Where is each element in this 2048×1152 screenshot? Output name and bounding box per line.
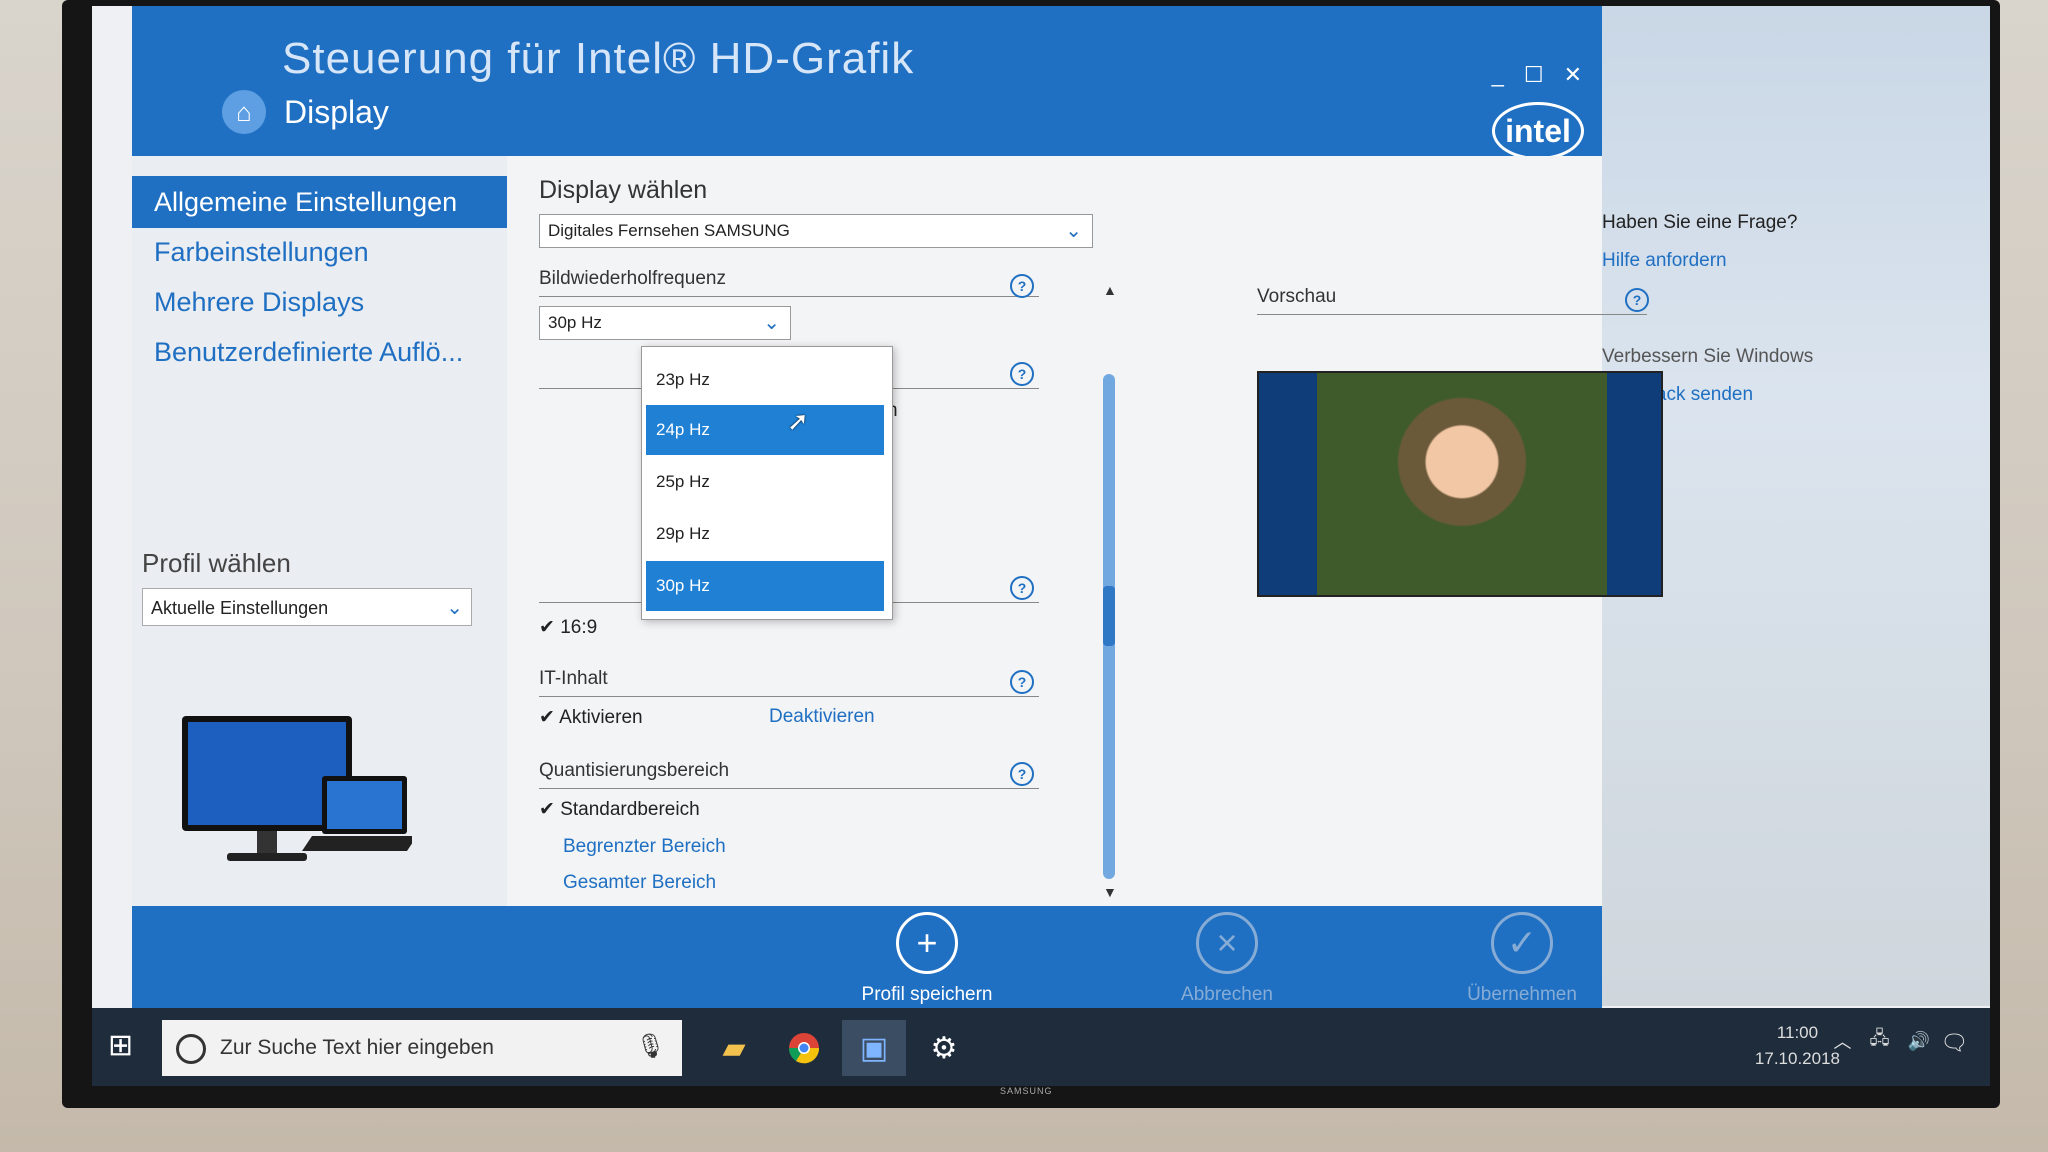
divider <box>1257 314 1647 315</box>
aspect-option[interactable]: ✔ 16:9 <box>539 616 597 639</box>
notification-icon[interactable]: 🗨 <box>1940 1030 1968 1056</box>
side-question: Haben Sie eine Frage? <box>1602 212 1798 233</box>
profile-label: Profil wählen <box>142 548 291 578</box>
maximize-button[interactable]: ☐ <box>1524 62 1544 88</box>
quantization-label: Quantisierungsbereich <box>539 760 730 781</box>
volume-icon[interactable]: 🔊 <box>1908 1031 1930 1052</box>
clock-date: 17.10.2018 <box>1754 1049 1840 1068</box>
it-deactivate-link[interactable]: Deaktivieren <box>769 706 875 728</box>
cancel-label: Abbrechen <box>1181 984 1273 1005</box>
sidebar-item-general[interactable]: Allgemeine Einstellungen <box>132 176 507 228</box>
sidebar: Allgemeine Einstellungen Farbeinstellung… <box>132 156 507 906</box>
refresh-option-24p[interactable]: 24p Hz <box>646 405 884 455</box>
clock-time: 11:00 <box>1776 1023 1819 1042</box>
refresh-option-29p[interactable]: 29p Hz <box>646 509 884 559</box>
chevron-down-icon: ⌄ <box>1065 220 1082 242</box>
divider <box>539 696 1039 697</box>
home-icon[interactable]: ⌂ <box>222 90 266 134</box>
quant-limited-link[interactable]: Begrenzter Bereich <box>563 836 726 858</box>
side-help-link[interactable]: Hilfe anfordern <box>1602 250 1727 272</box>
plus-icon: + <box>896 912 958 974</box>
intel-logo: intel <box>1492 102 1584 160</box>
help-icon[interactable]: ? <box>1010 274 1034 298</box>
screen: Haben Sie eine Frage? Hilfe anfordern Ve… <box>92 6 1990 1086</box>
scroll-up-arrow-icon[interactable]: ▲ <box>1103 282 1117 298</box>
profile-select[interactable]: Aktuelle Einstellungen ⌄ <box>142 588 472 626</box>
system-tray: ︿ 🖧 🔊 <box>1834 1026 1931 1056</box>
preview-photo <box>1317 373 1607 595</box>
display-select[interactable]: Digitales Fernsehen SAMSUNG ⌄ <box>539 214 1093 248</box>
scroll-down-arrow-icon[interactable]: ▼ <box>1103 884 1117 900</box>
mouse-cursor-icon: ➚ <box>787 406 809 436</box>
tv-brand-label: SAMSUNG <box>1000 1086 1053 1096</box>
window-controls: _ ☐ ✕ <box>1492 62 1582 88</box>
clock[interactable]: 11:00 17.10.2018 <box>1755 1020 1840 1072</box>
preview-label: Vorschau <box>1257 286 1337 307</box>
refresh-option-30p[interactable]: 30p Hz <box>646 561 884 611</box>
app-title: Steuerung für Intel® HD-Grafik <box>282 34 915 83</box>
sidebar-item-colors[interactable]: Farbeinstellungen <box>132 226 507 278</box>
side-improve: Verbessern Sie Windows <box>1602 346 1814 367</box>
apply-button[interactable]: ✓ Übernehmen <box>1422 912 1622 1006</box>
file-explorer-icon[interactable]: ▰ <box>702 1020 766 1076</box>
close-icon: × <box>1196 912 1258 974</box>
sidebar-item-custom-resolution[interactable]: Benutzerdefinierte Auflö... <box>132 326 507 378</box>
apply-label: Übernehmen <box>1467 984 1577 1005</box>
network-icon[interactable]: 🖧 <box>1870 1026 1890 1056</box>
action-bar: + Profil speichern × Abbrechen ✓ Überneh… <box>132 906 1602 1008</box>
search-placeholder: Zur Suche Text hier eingeben <box>220 1036 494 1059</box>
chrome-icon[interactable] <box>772 1020 836 1076</box>
refresh-select-value: 30p Hz <box>548 313 602 332</box>
save-profile-button[interactable]: + Profil speichern <box>827 912 1027 1006</box>
save-profile-label: Profil speichern <box>861 984 993 1005</box>
quant-full-link[interactable]: Gesamter Bereich <box>563 872 716 894</box>
microphone-icon[interactable]: 🎙 <box>636 1032 666 1061</box>
divider <box>539 788 1039 789</box>
display-heading: Display wählen <box>539 176 708 204</box>
minimize-button[interactable]: _ <box>1492 62 1504 88</box>
help-icon[interactable]: ? <box>1010 362 1034 386</box>
refresh-option-25p[interactable]: 25p Hz <box>646 457 884 507</box>
cancel-button[interactable]: × Abbrechen <box>1127 912 1327 1006</box>
help-icon[interactable]: ? <box>1625 288 1649 312</box>
it-activate-label: Aktivieren <box>559 707 643 728</box>
divider <box>539 296 1039 297</box>
refresh-option-23p[interactable]: 23p Hz <box>646 355 884 405</box>
chevron-down-icon: ⌄ <box>763 312 780 334</box>
quant-standard-option[interactable]: ✔ Standardbereich <box>539 798 700 821</box>
display-select-value: Digitales Fernsehen SAMSUNG <box>548 221 790 240</box>
app-header: Steuerung für Intel® HD-Grafik ⌂ Display… <box>132 6 1602 160</box>
settings-gear-icon[interactable]: ⚙ <box>912 1020 976 1076</box>
help-icon[interactable]: ? <box>1010 576 1034 600</box>
windows-start-icon[interactable]: ⊞ <box>108 1028 133 1063</box>
check-icon: ✓ <box>1491 912 1553 974</box>
it-activate-option[interactable]: ✔ Aktivieren <box>539 706 643 729</box>
main-content: Display wählen Digitales Fernsehen SAMSU… <box>507 156 1663 906</box>
profile-select-value: Aktuelle Einstellungen <box>151 598 329 618</box>
help-icon[interactable]: ? <box>1010 670 1034 694</box>
intel-graphics-app-icon[interactable]: ▣ <box>842 1020 906 1076</box>
chevron-down-icon: ⌄ <box>446 597 463 619</box>
scrollbar-grip[interactable] <box>1103 586 1115 646</box>
refresh-select[interactable]: 30p Hz ⌄ <box>539 306 791 340</box>
page-title: Display <box>284 94 389 130</box>
refresh-label: Bildwiederholfrequenz <box>539 268 726 289</box>
close-button[interactable]: ✕ <box>1564 62 1582 88</box>
aspect-option-label: 16:9 <box>560 617 598 638</box>
refresh-dropdown-list: 23p Hz 24p Hz 25p Hz 29p Hz 30p Hz <box>641 346 893 620</box>
preview-image <box>1257 371 1663 597</box>
monitor-illustration-icon <box>182 716 412 861</box>
help-icon[interactable]: ? <box>1010 762 1034 786</box>
taskbar-search[interactable]: Zur Suche Text hier eingeben 🎙 <box>162 1020 682 1076</box>
sidebar-item-multi-display[interactable]: Mehrere Displays <box>132 276 507 328</box>
it-content-label: IT-Inhalt <box>539 668 608 689</box>
cortana-icon <box>176 1034 206 1064</box>
quant-standard-label: Standardbereich <box>560 799 700 820</box>
taskbar: ⊞ Zur Suche Text hier eingeben 🎙 ▰ ▣ ⚙ ︿… <box>92 1008 1990 1086</box>
